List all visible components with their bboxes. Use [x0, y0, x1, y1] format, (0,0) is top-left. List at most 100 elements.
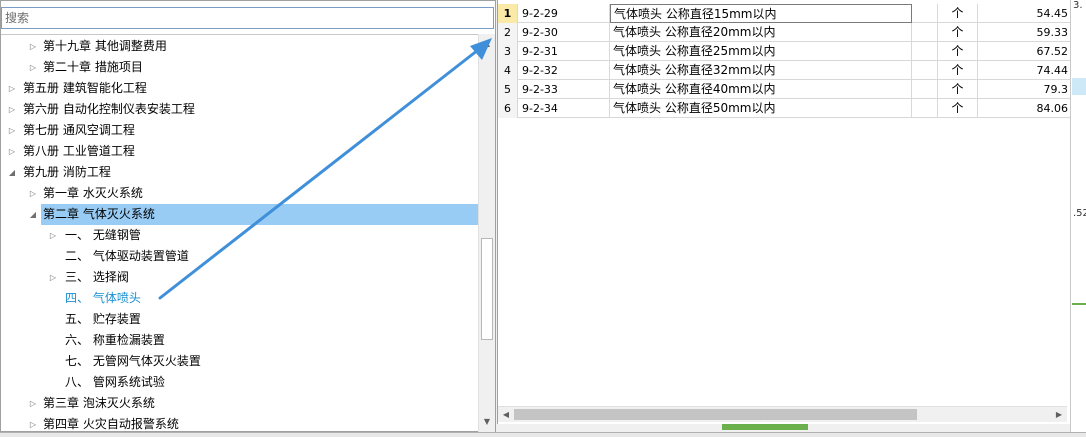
expand-arrow-icon[interactable]: ▷ [47, 225, 59, 246]
quota-price[interactable]: 79.3 [978, 80, 1071, 99]
quota-code[interactable]: 9-2-33 [518, 80, 610, 99]
collapse-arrow-icon[interactable]: ◢ [6, 162, 18, 183]
tree-item-section-6[interactable]: 六、 称重检漏装置 [1, 330, 478, 351]
tree-item-volume-9[interactable]: ◢ 第九册 消防工程 [1, 162, 478, 183]
search-input[interactable] [2, 8, 493, 28]
tree-item-section-3[interactable]: ▷ 三、 选择阀 [1, 267, 478, 288]
tree-item-label: 第五册 建筑智能化工程 [23, 81, 147, 95]
scroll-up-arrow-icon[interactable]: ▲ [479, 36, 495, 52]
expand-arrow-icon[interactable]: ▷ [27, 36, 39, 57]
expand-arrow-icon[interactable]: ▷ [6, 78, 18, 99]
divider [1072, 303, 1086, 305]
scroll-left-arrow-icon[interactable]: ◀ [500, 407, 512, 423]
collapse-arrow-icon[interactable]: ◢ [27, 204, 39, 225]
expand-arrow-icon[interactable]: ▷ [27, 414, 39, 432]
quota-table-panel: 1 9-2-29 气体喷头 公称直径15mm以内 个 54.45 2 9-2-3… [497, 0, 1071, 424]
quota-name[interactable]: 气体喷头 公称直径15mm以内 [610, 4, 912, 23]
tree-item-section-7[interactable]: 七、 无管网气体灭火装置 [1, 351, 478, 372]
quota-unit[interactable]: 个 [938, 80, 978, 99]
bottom-status-strip [0, 432, 1086, 437]
expand-arrow-icon[interactable]: ▷ [27, 183, 39, 204]
tree-item-label: 六、 称重检漏装置 [65, 333, 165, 347]
quota-price[interactable]: 67.52 [978, 42, 1071, 61]
expand-arrow-icon[interactable]: ▷ [47, 267, 59, 288]
tree-item-label: 第十九章 其他调整费用 [43, 39, 167, 53]
tree-item-volume-6[interactable]: ▷ 第六册 自动化控制仪表安装工程 [1, 99, 478, 120]
quota-unit[interactable]: 个 [938, 61, 978, 80]
quota-code[interactable]: 9-2-32 [518, 61, 610, 80]
scroll-down-arrow-icon[interactable]: ▼ [479, 414, 495, 430]
table-row[interactable]: 3 9-2-31 气体喷头 公称直径25mm以内 个 67.52 [498, 42, 1071, 61]
tree-item-section-1[interactable]: ▷ 一、 无缝钢管 [1, 225, 478, 246]
scroll-right-arrow-icon[interactable]: ▶ [1053, 407, 1065, 423]
splitter-grip-icon[interactable]: ⌃ [759, 421, 771, 429]
expand-arrow-icon[interactable]: ▷ [27, 393, 39, 414]
tree-item-section-2[interactable]: 二、 气体驱动装置管道 [1, 246, 478, 267]
expand-arrow-icon[interactable]: ▷ [27, 57, 39, 78]
quota-code[interactable]: 9-2-29 [518, 4, 610, 23]
quota-name[interactable]: 气体喷头 公称直径32mm以内 [610, 61, 912, 80]
tree-item-label: 第二十章 措施项目 [43, 60, 143, 74]
tree-item-label: 三、 选择阀 [65, 270, 129, 284]
tree-item-label: 第二章 气体灭火系统 [43, 207, 155, 221]
table-row[interactable]: 6 9-2-34 气体喷头 公称直径50mm以内 个 84.06 [498, 99, 1071, 118]
tree-item-label: 第七册 通风空调工程 [23, 123, 135, 137]
table-horizontal-scrollbar[interactable]: ◀ ▶ [498, 406, 1067, 422]
row-number: 6 [498, 99, 518, 118]
quota-name[interactable]: 气体喷头 公称直径25mm以内 [610, 42, 912, 61]
search-box[interactable] [1, 7, 494, 29]
tree-item-volume-7[interactable]: ▷ 第七册 通风空调工程 [1, 120, 478, 141]
tree-item-chapter-3-foam[interactable]: ▷ 第三章 泡沫灭火系统 [1, 393, 478, 414]
tree-item-section-8[interactable]: 八、 管网系统试验 [1, 372, 478, 393]
tree-item-chapter-20[interactable]: ▷ 第二十章 措施项目 [1, 57, 478, 78]
row-number: 5 [498, 80, 518, 99]
quota-unit[interactable]: 个 [938, 4, 978, 23]
tree-vertical-scrollbar[interactable]: ▲ ▼ [478, 34, 495, 432]
quota-name[interactable]: 气体喷头 公称直径20mm以内 [610, 23, 912, 42]
tree-item-volume-8[interactable]: ▷ 第八册 工业管道工程 [1, 141, 478, 162]
tree-item-label: 第一章 水灭火系统 [43, 186, 143, 200]
expand-arrow-icon[interactable]: ▷ [6, 120, 18, 141]
tree-item-label: 第三章 泡沫灭火系统 [43, 396, 155, 410]
tree-item-label: 八、 管网系统试验 [65, 375, 165, 389]
table-row[interactable]: 1 9-2-29 气体喷头 公称直径15mm以内 个 54.45 [498, 4, 1071, 23]
tree-item-label: 第九册 消防工程 [23, 165, 111, 179]
row-number: 4 [498, 61, 518, 80]
empty-cell [912, 80, 938, 99]
tree-item-volume-5[interactable]: ▷ 第五册 建筑智能化工程 [1, 78, 478, 99]
empty-cell [912, 23, 938, 42]
table-row[interactable]: 2 9-2-30 气体喷头 公称直径20mm以内 个 59.33 [498, 23, 1071, 42]
tree-item-section-4-gas-nozzle[interactable]: 四、 气体喷头 [1, 288, 478, 309]
tree-item-chapter-1-water[interactable]: ▷ 第一章 水灭火系统 [1, 183, 478, 204]
expand-arrow-icon[interactable]: ▷ [6, 99, 18, 120]
quota-code[interactable]: 9-2-31 [518, 42, 610, 61]
tree-item-label: 一、 无缝钢管 [65, 228, 141, 242]
row-number: 1 [498, 4, 518, 23]
quota-price[interactable]: 74.44 [978, 61, 1071, 80]
scrollbar-thumb[interactable] [514, 409, 917, 420]
tree-item-chapter-2-gas[interactable]: ◢ 第二章 气体灭火系统 [1, 204, 478, 225]
table-row[interactable]: 5 9-2-33 气体喷头 公称直径40mm以内 个 79.3 [498, 80, 1071, 99]
quota-code[interactable]: 9-2-34 [518, 99, 610, 118]
tree-item-chapter-19[interactable]: ▷ 第十九章 其他调整费用 [1, 36, 478, 57]
clipped-value: 3. [1073, 0, 1083, 11]
quota-name[interactable]: 气体喷头 公称直径50mm以内 [610, 99, 912, 118]
selected-cell-accent [1072, 78, 1086, 95]
tree-item-section-5[interactable]: 五、 贮存装置 [1, 309, 478, 330]
scrollbar-thumb[interactable] [481, 238, 493, 340]
expand-arrow-icon[interactable]: ▷ [6, 141, 18, 162]
quota-unit[interactable]: 个 [938, 42, 978, 61]
tree-item-chapter-4-alarm[interactable]: ▷ 第四章 火灾自动报警系统 [1, 414, 478, 432]
quota-name[interactable]: 气体喷头 公称直径40mm以内 [610, 80, 912, 99]
quota-price[interactable]: 59.33 [978, 23, 1071, 42]
empty-cell [912, 42, 938, 61]
quota-price[interactable]: 84.06 [978, 99, 1071, 118]
table-row[interactable]: 4 9-2-32 气体喷头 公称直径32mm以内 个 74.44 [498, 61, 1071, 80]
quota-code[interactable]: 9-2-30 [518, 23, 610, 42]
quota-unit[interactable]: 个 [938, 23, 978, 42]
quota-unit[interactable]: 个 [938, 99, 978, 118]
tree-item-label: 四、 气体喷头 [65, 291, 141, 305]
category-tree-panel: ▷ 第十九章 其他调整费用 ▷ 第二十章 措施项目 ▷ 第五册 建筑智能化工程 … [0, 0, 496, 432]
tree-item-label: 五、 贮存装置 [65, 312, 141, 326]
quota-price[interactable]: 54.45 [978, 4, 1071, 23]
